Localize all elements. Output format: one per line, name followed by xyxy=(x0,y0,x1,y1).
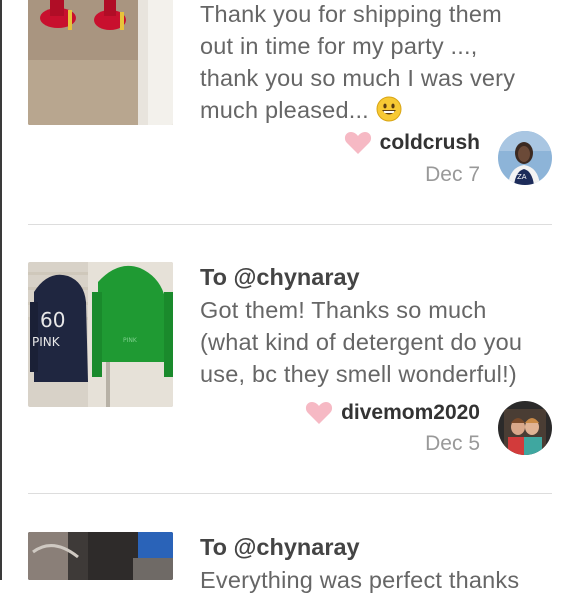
review-text: Everything was perfect thanks xyxy=(200,564,550,596)
review-recipient[interactable]: To @chynaray xyxy=(200,532,360,562)
review-text-line: (what kind of detergent do you xyxy=(200,329,523,355)
listing-photo-shoes[interactable] xyxy=(28,0,173,125)
review-date: Dec 5 xyxy=(425,432,480,455)
review-author: coldcrush xyxy=(344,128,480,158)
listing-photo[interactable] xyxy=(28,532,173,580)
svg-text:PINK: PINK xyxy=(123,337,138,344)
review-text-line: Thank you for shipping them xyxy=(200,1,502,27)
review-text-line: out in time for my party ..., xyxy=(200,33,478,59)
review-text-last-line: much pleased... xyxy=(200,94,550,126)
svg-text:PINK: PINK xyxy=(32,335,61,349)
review-author: divemom2020 xyxy=(305,398,480,428)
review-recipient[interactable]: To @chynaray xyxy=(200,262,360,292)
author-username[interactable]: divemom2020 xyxy=(341,401,480,425)
review-text: Got them! Thanks so much (what kind of d… xyxy=(200,294,550,390)
divider xyxy=(28,493,552,494)
review-text-line: Everything was perfect thanks xyxy=(200,567,520,593)
review-text-line: Got them! Thanks so much xyxy=(200,297,487,323)
review-text-line: use, bc they smell wonderful!) xyxy=(200,361,517,387)
review-card: To @chynaray Everything was perfect than… xyxy=(28,532,552,593)
heart-icon[interactable] xyxy=(305,401,333,425)
review-text: Thank you for shipping them out in time … xyxy=(200,0,550,126)
review-card: Thank you for shipping them out in time … xyxy=(28,0,552,200)
svg-text:60: 60 xyxy=(40,308,65,332)
avatar[interactable]: ZA xyxy=(498,131,552,185)
review-card: 60 PINK PINK To @chynaray Got them! Than… xyxy=(28,262,552,462)
grinning-face-emoji xyxy=(376,96,402,122)
review-date: Dec 7 xyxy=(425,163,480,186)
author-username[interactable]: coldcrush xyxy=(380,131,480,155)
review-text-line: much pleased... xyxy=(200,97,369,123)
left-border xyxy=(0,0,2,580)
divider xyxy=(28,224,552,225)
svg-text:ZA: ZA xyxy=(517,173,527,181)
heart-icon[interactable] xyxy=(344,131,372,155)
avatar[interactable] xyxy=(498,401,552,455)
review-text-line: thank you so much I was very xyxy=(200,65,516,91)
listing-photo-hoodies[interactable]: 60 PINK PINK xyxy=(28,262,173,407)
